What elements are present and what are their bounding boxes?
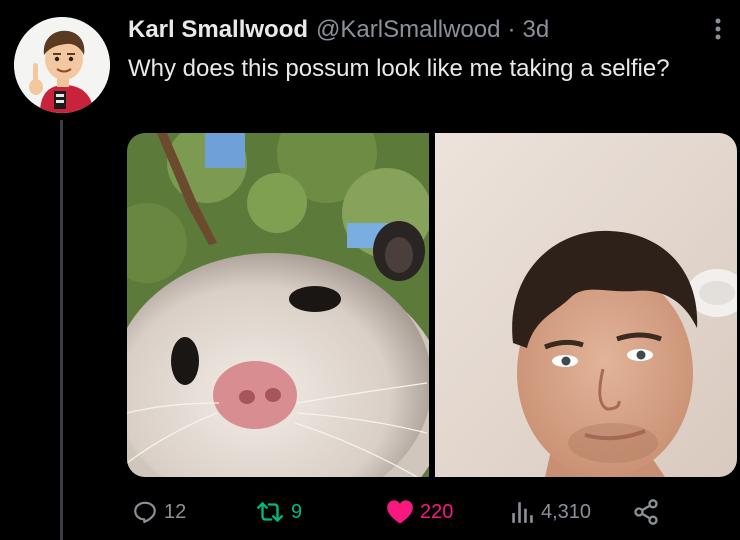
retweet-button[interactable]: 9	[255, 496, 302, 528]
tweet-timestamp[interactable]: 3d	[522, 16, 549, 44]
retweet-icon	[257, 502, 283, 522]
retweet-count: 9	[291, 500, 303, 523]
cartoon-avatar-icon	[14, 17, 110, 113]
tweet: Karl Smallwood @KarlSmallwood · 3d Why d…	[0, 0, 740, 540]
heart-icon	[387, 500, 413, 524]
more-icon	[715, 18, 721, 40]
views-icon	[512, 502, 533, 523]
reply-count: 12	[164, 500, 187, 523]
author-handle[interactable]: @KarlSmallwood	[316, 16, 500, 44]
share-icon	[634, 499, 658, 525]
thread-line	[60, 120, 63, 540]
man-selfie-photo[interactable]	[435, 133, 737, 477]
tweet-media	[127, 133, 737, 477]
tweet-text: Why does this possum look like me taking…	[128, 55, 670, 82]
avatar[interactable]	[14, 17, 110, 113]
tweet-header: Karl Smallwood @KarlSmallwood · 3d	[128, 15, 549, 45]
views-button[interactable]: 4,310	[509, 496, 591, 528]
possum-selfie-photo[interactable]	[127, 133, 429, 477]
author-name[interactable]: Karl Smallwood	[128, 16, 308, 44]
reply-icon	[134, 501, 156, 524]
more-options-button[interactable]	[706, 14, 730, 44]
reply-button[interactable]: 12	[132, 496, 186, 528]
views-count: 4,310	[541, 500, 592, 523]
share-button[interactable]	[632, 496, 660, 528]
like-button[interactable]: 220	[386, 496, 453, 528]
like-count: 220	[420, 500, 454, 523]
separator-dot: ·	[507, 16, 516, 43]
